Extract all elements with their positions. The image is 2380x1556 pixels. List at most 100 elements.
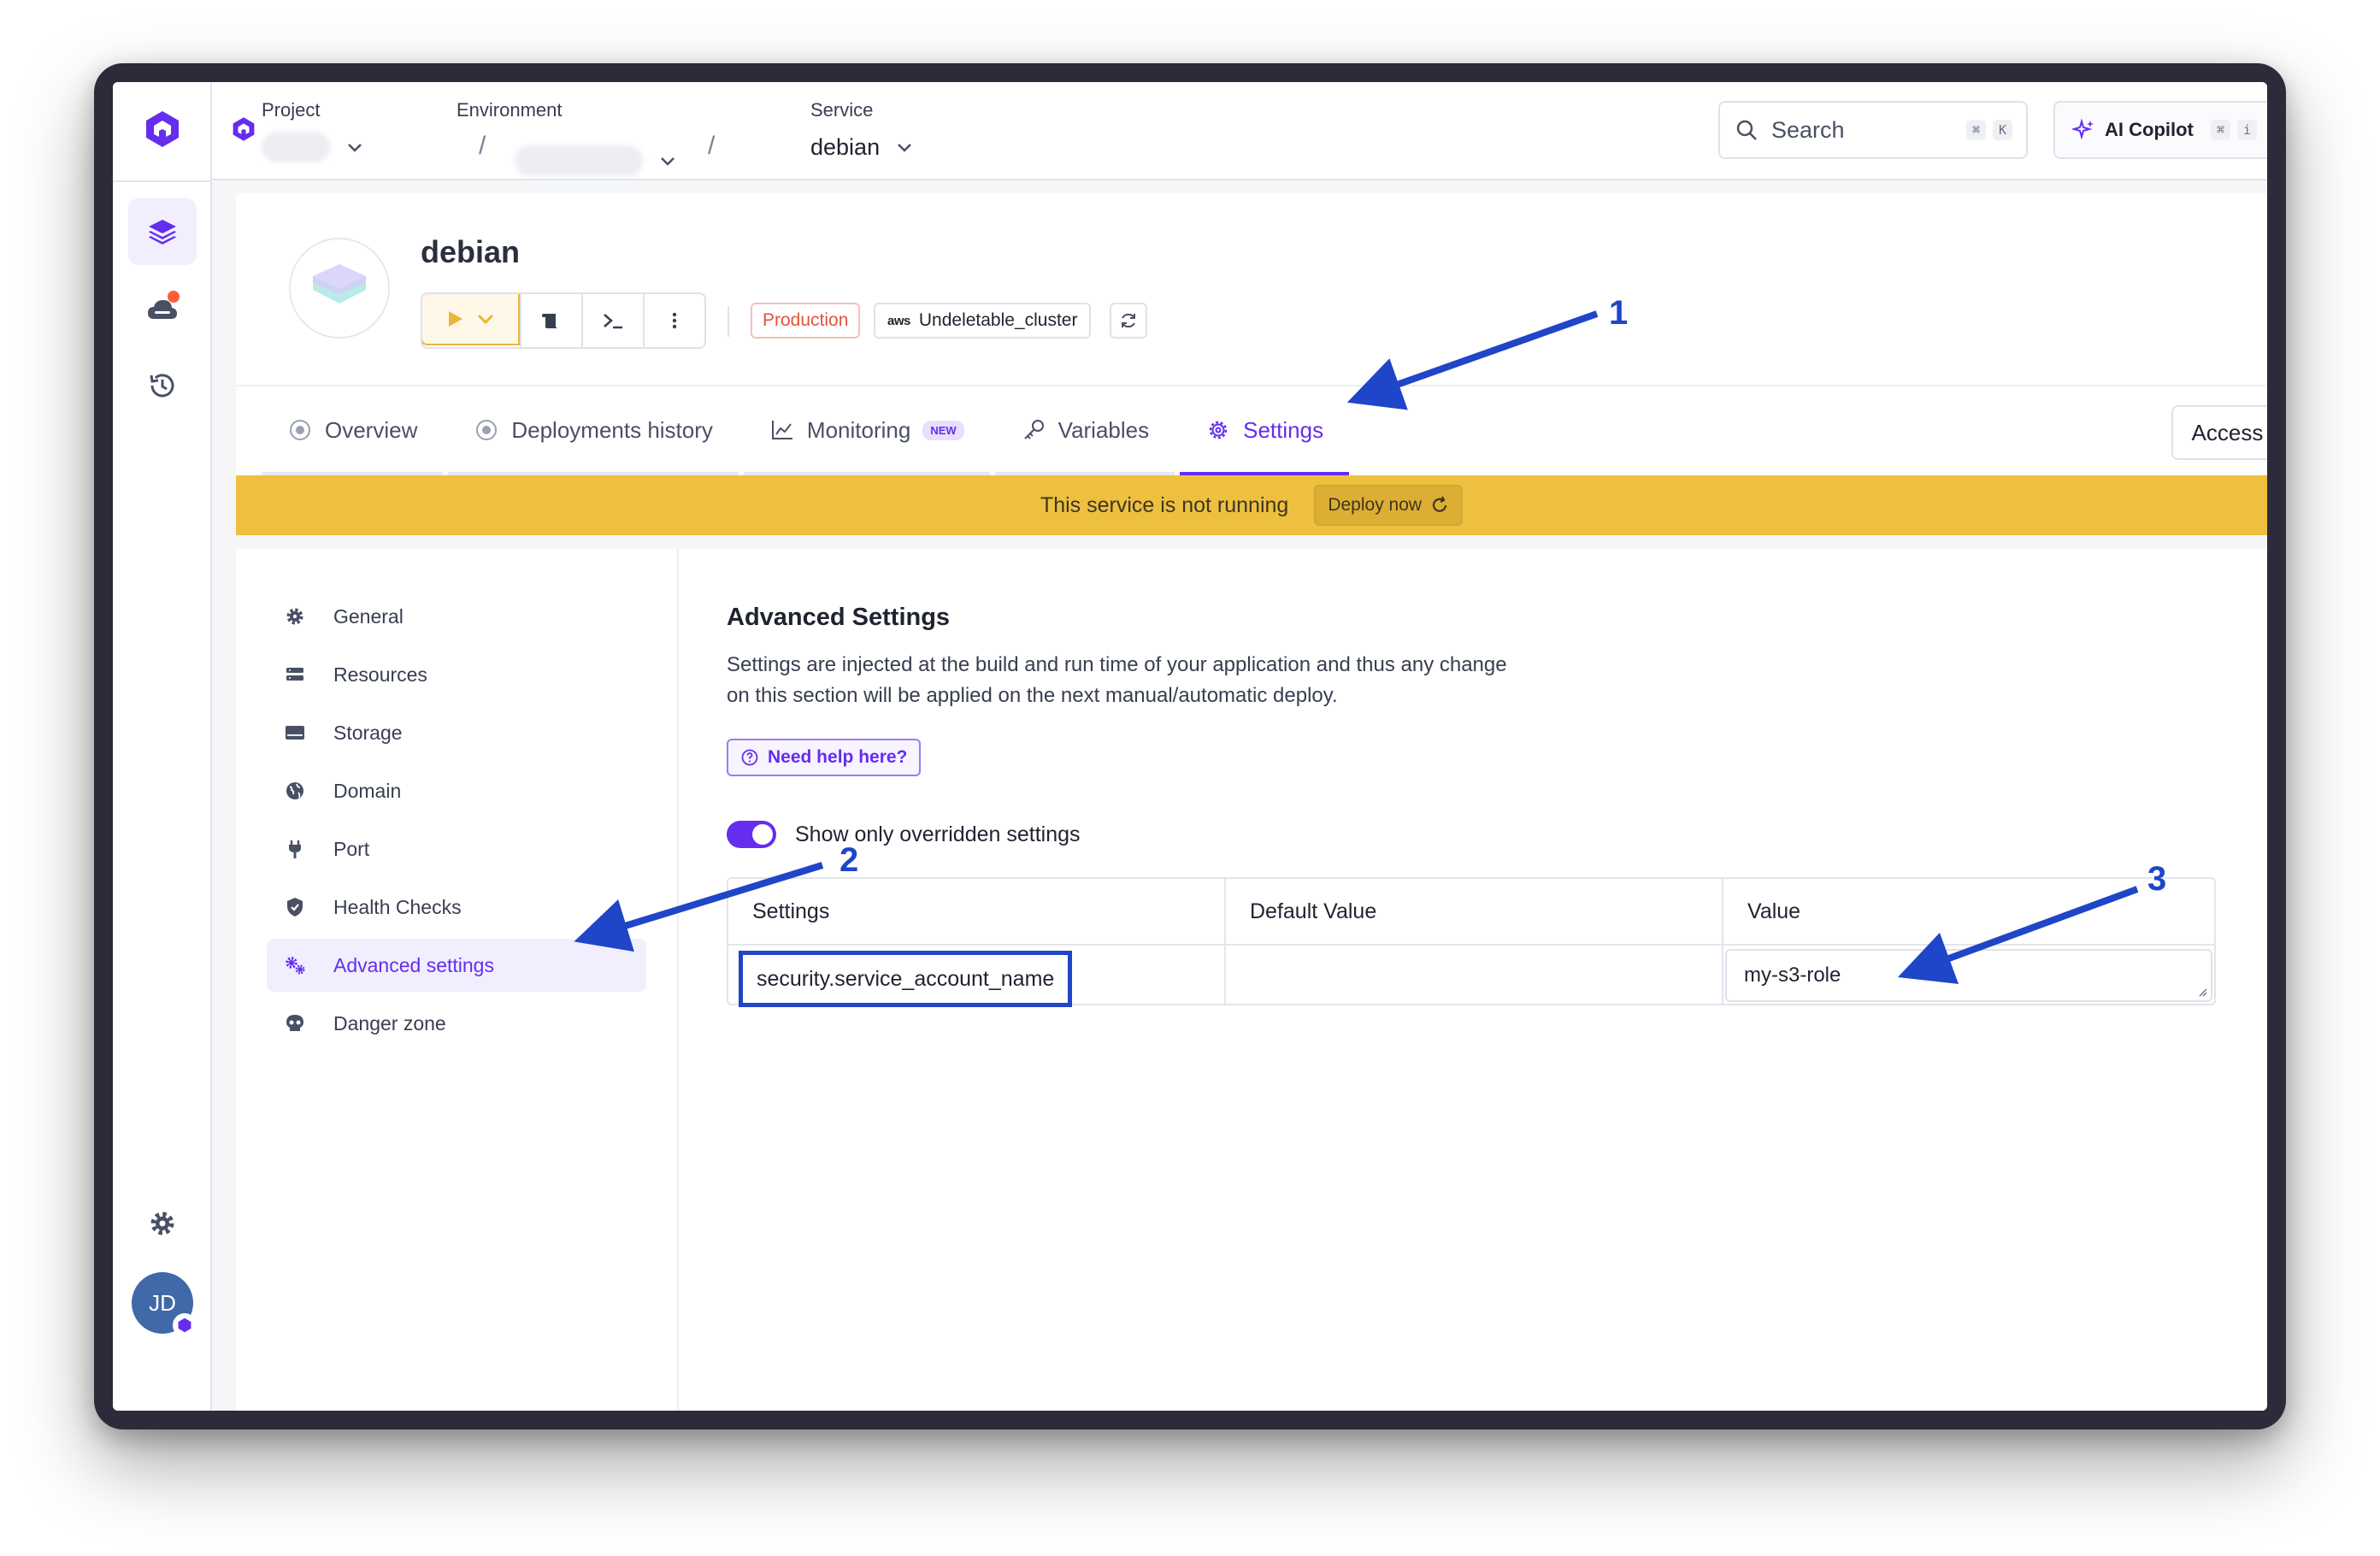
overridden-toggle[interactable]	[727, 821, 776, 848]
circle-dot-icon	[476, 420, 498, 440]
gear-icon	[150, 1211, 174, 1235]
tab-label: Deployments history	[511, 416, 713, 443]
search-icon	[1736, 120, 1757, 140]
need-help-button[interactable]: Need help here?	[727, 739, 922, 776]
gear-icon	[1209, 421, 1228, 439]
new-badge: NEW	[922, 420, 964, 440]
column-header-settings: Settings	[752, 899, 830, 923]
deploy-now-label: Deploy now	[1328, 495, 1423, 515]
chevron-down-icon	[348, 144, 362, 152]
environment-value[interactable]	[515, 144, 677, 178]
copilot-label: AI Copilot	[2105, 119, 2194, 140]
rail-history-button[interactable]	[128, 352, 197, 419]
settings-nav-resources[interactable]: Resources	[267, 648, 646, 701]
nav-label: Storage	[333, 721, 403, 744]
tab-label: Variables	[1057, 416, 1150, 443]
nav-label: Health Checks	[333, 895, 462, 918]
nav-label: Domain	[333, 779, 402, 802]
tab-label: Monitoring	[806, 416, 911, 443]
search-placeholder: Search	[1771, 116, 1845, 143]
access-info-button[interactable]: Access info	[2171, 405, 2267, 460]
kbd-i: i	[2236, 120, 2257, 140]
tab-deployments-history[interactable]: Deployments history	[448, 388, 739, 475]
key-icon	[1023, 420, 1044, 439]
play-icon	[449, 311, 462, 327]
user-avatar[interactable]: JD	[132, 1272, 197, 1337]
refresh-button[interactable]	[1110, 303, 1147, 339]
sparkles-icon	[2072, 118, 2094, 140]
kbd-cmd: ⌘	[2210, 120, 2230, 140]
environment-tag: Production	[751, 303, 861, 339]
kbd-k: K	[1992, 120, 2012, 140]
cluster-name: Undeletable_cluster	[918, 310, 1078, 330]
logs-button[interactable]	[520, 294, 581, 347]
setting-value-text: my-s3-role	[1744, 964, 1841, 987]
deploy-button[interactable]	[422, 294, 520, 345]
settings-nav-domain[interactable]: Domain	[267, 764, 646, 817]
deploy-now-button[interactable]: Deploy now	[1314, 485, 1464, 526]
header-divider	[236, 385, 2267, 386]
avatar-badge-icon	[173, 1313, 197, 1337]
plug-icon	[289, 840, 301, 858]
top-bar: Project / Environment / Service debian S…	[212, 82, 2267, 180]
tab-variables[interactable]: Variables	[994, 388, 1175, 475]
settings-table: Settings Default Value Value security.se…	[727, 877, 2216, 1007]
access-info-label: Access info	[2191, 419, 2267, 445]
gears-icon	[286, 957, 305, 975]
terminal-icon	[604, 314, 622, 329]
more-vertical-icon	[672, 312, 677, 329]
ai-copilot-button[interactable]: AI Copilot ⌘ i	[2053, 101, 2267, 159]
project-label: Project	[262, 99, 321, 121]
chevron-down-icon	[661, 157, 675, 166]
aws-logo: aws	[887, 313, 910, 328]
nav-label: Advanced settings	[333, 953, 494, 976]
shield-check-icon	[287, 898, 303, 917]
window-frame: JD Project / Environment / Service debia…	[94, 63, 2286, 1429]
org-logo-icon[interactable]	[231, 116, 256, 142]
settings-nav-health-checks[interactable]: Health Checks	[267, 881, 646, 934]
terminal-button[interactable]	[581, 294, 643, 347]
breadcrumb-separator: /	[708, 132, 716, 160]
nav-label: Resources	[333, 663, 427, 686]
refresh-icon	[1432, 496, 1447, 512]
nav-label: General	[333, 604, 404, 628]
breadcrumb-service[interactable]: Service debian	[810, 99, 914, 164]
service-card: debian Production aws Undeletable_cluste…	[236, 193, 2267, 1411]
more-options-button[interactable]	[643, 294, 704, 347]
search-box[interactable]: Search ⌘ K	[1718, 101, 2028, 159]
settings-nav-port[interactable]: Port	[267, 822, 646, 875]
skull-icon	[286, 1015, 303, 1031]
chart-line-icon	[771, 421, 792, 439]
breadcrumb-project[interactable]: Project	[262, 99, 364, 164]
section-description: Settings are injected at the build and r…	[727, 653, 1507, 707]
qovery-logo-icon[interactable]	[144, 109, 181, 149]
rail-settings-button[interactable]	[128, 1190, 197, 1257]
row-divider	[728, 944, 2214, 946]
breadcrumb-environment[interactable]: Environment	[457, 99, 563, 121]
hard-drive-icon	[286, 726, 304, 740]
tab-settings[interactable]: Settings	[1180, 388, 1350, 475]
tab-monitoring[interactable]: Monitoring NEW	[743, 388, 990, 475]
setting-value-input[interactable]: my-s3-role	[1725, 949, 2212, 1002]
section-title: Advanced Settings	[727, 604, 951, 631]
kbd-cmd: ⌘	[1965, 120, 1986, 140]
rail-services-button[interactable]	[128, 198, 197, 265]
toggle-knob	[752, 824, 773, 845]
rail-cloud-button[interactable]	[128, 277, 197, 344]
setting-key-cell: security.service_account_name	[739, 951, 1073, 1007]
settings-nav-storage[interactable]: Storage	[267, 706, 646, 759]
settings-nav-general[interactable]: General	[267, 590, 646, 643]
service-avatar	[289, 238, 390, 339]
environment-label: Environment	[457, 99, 563, 121]
resize-handle-icon[interactable]	[2197, 987, 2207, 997]
notification-dot	[168, 291, 180, 303]
tab-overview[interactable]: Overview	[262, 388, 444, 475]
rail-divider	[113, 180, 210, 182]
settings-nav-danger-zone[interactable]: Danger zone	[267, 997, 646, 1050]
service-actions	[421, 292, 706, 349]
action-divider	[728, 306, 729, 337]
not-running-banner: This service is not running Deploy now	[236, 475, 2267, 535]
scroll-icon	[542, 314, 558, 328]
settings-nav-advanced-settings[interactable]: Advanced settings	[267, 939, 646, 992]
layers-icon	[149, 220, 176, 245]
